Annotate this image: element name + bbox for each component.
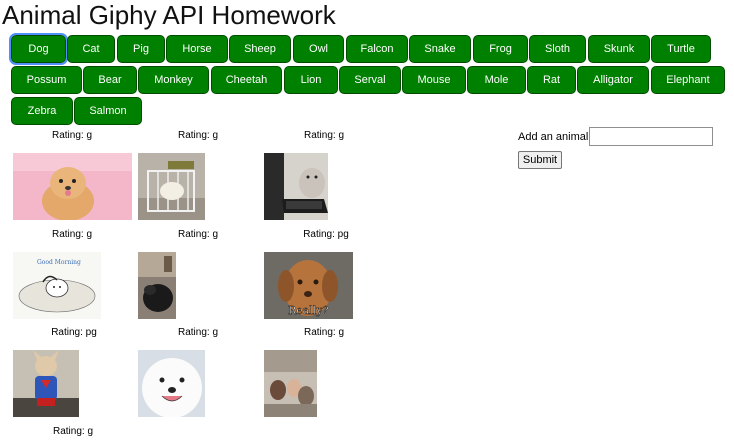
animal-button-serval[interactable]: Serval — [339, 66, 401, 94]
gif-rating: Rating: g — [303, 327, 345, 338]
animal-button-frog[interactable]: Frog — [473, 35, 528, 63]
pomeranian-puppy-gif[interactable] — [13, 153, 132, 220]
animal-button-turtle[interactable]: Turtle — [651, 35, 711, 63]
animal-button-cat[interactable]: Cat — [67, 35, 115, 63]
animal-button-falcon[interactable]: Falcon — [346, 35, 408, 63]
puppy-really-meme-gif[interactable]: Really? — [264, 252, 353, 319]
animal-button-snake[interactable]: Snake — [409, 35, 471, 63]
gif-rating: Rating: g — [177, 327, 219, 338]
animal-button-sheep[interactable]: Sheep — [229, 35, 291, 63]
svg-text:Good Morning: Good Morning — [37, 259, 81, 266]
animal-button-alligator[interactable]: Alligator — [577, 66, 649, 94]
puppy-playpen-gif[interactable] — [138, 153, 205, 220]
gif-rating: Rating: g — [303, 130, 345, 141]
animal-button-pig[interactable]: Pig — [117, 35, 165, 63]
animal-button-dog[interactable]: Dog — [9, 33, 68, 65]
animal-button-sloth[interactable]: Sloth — [529, 35, 586, 63]
submit-button[interactable]: Submit — [518, 151, 562, 169]
gif-rating: Rating: g — [51, 130, 93, 141]
add-animal-label: Add an animal — [518, 131, 589, 143]
gif-rating: Rating: g — [52, 426, 94, 437]
add-animal-input[interactable] — [589, 127, 713, 146]
animal-button-rat[interactable]: Rat — [527, 66, 576, 94]
animal-button-lion[interactable]: Lion — [284, 66, 338, 94]
white-fluffy-dog-gif[interactable] — [138, 350, 205, 417]
cat-laptop-gif[interactable] — [264, 153, 328, 220]
animal-button-salmon[interactable]: Salmon — [74, 97, 142, 125]
gif-rating: Rating: g — [177, 130, 219, 141]
page-title: Animal Giphy API Homework — [2, 0, 336, 30]
chihuahua-superman-gif[interactable] — [13, 350, 79, 417]
animal-button-zebra[interactable]: Zebra — [11, 97, 73, 125]
animal-button-owl[interactable]: Owl — [293, 35, 344, 63]
people-room-gif[interactable] — [264, 350, 317, 417]
gif-rating: Rating: pg — [51, 327, 97, 338]
animal-button-cheetah[interactable]: Cheetah — [211, 66, 282, 94]
good-morning-cartoon-gif[interactable]: Good Morning — [13, 252, 101, 319]
gif-rating: Rating: pg — [303, 229, 349, 240]
gif-rating: Rating: g — [51, 229, 93, 240]
animal-button-monkey[interactable]: Monkey — [138, 66, 209, 94]
animal-button-mole[interactable]: Mole — [467, 66, 526, 94]
animal-button-possum[interactable]: Possum — [11, 66, 82, 94]
animal-button-mouse[interactable]: Mouse — [402, 66, 466, 94]
black-dog-gif[interactable] — [138, 252, 176, 319]
animal-button-elephant[interactable]: Elephant — [651, 66, 725, 94]
gif-rating: Rating: g — [177, 229, 219, 240]
animal-button-horse[interactable]: Horse — [166, 35, 228, 63]
svg-text:Really?: Really? — [288, 304, 329, 317]
animal-button-bear[interactable]: Bear — [83, 66, 137, 94]
animal-button-skunk[interactable]: Skunk — [588, 35, 650, 63]
